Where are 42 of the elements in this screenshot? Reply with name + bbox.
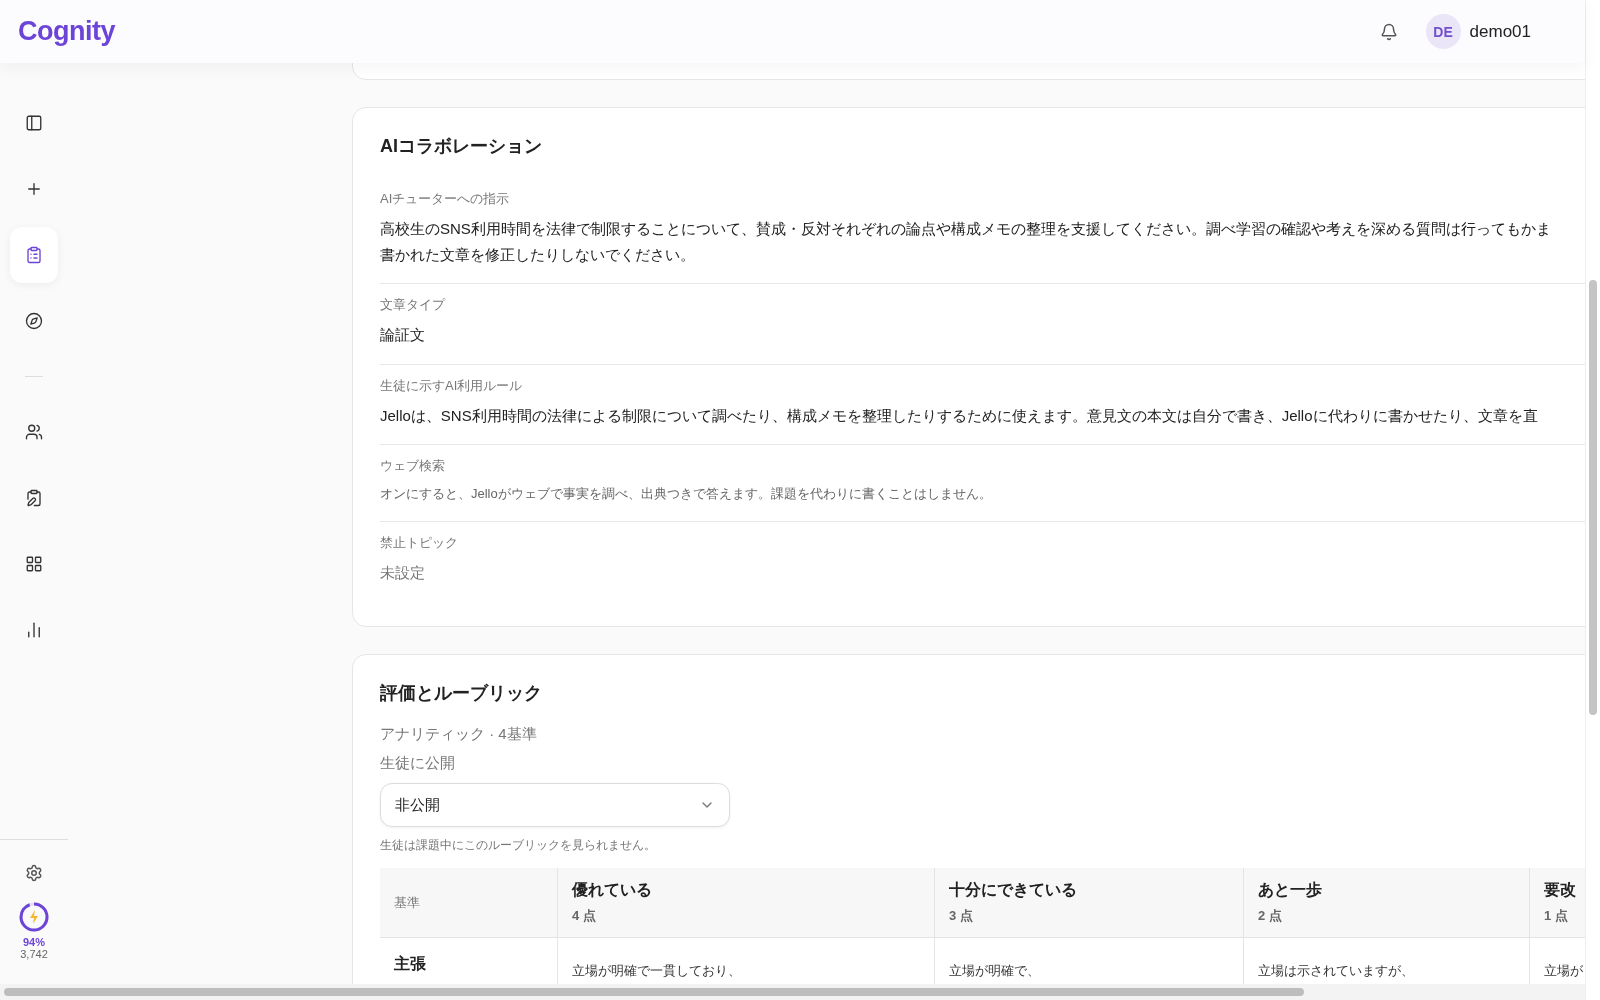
column-header: 優れている bbox=[572, 880, 653, 900]
field-label: ウェブ検索 bbox=[380, 457, 446, 475]
compass-icon bbox=[25, 312, 43, 330]
clipboard-pen-icon bbox=[25, 489, 43, 507]
bar-chart-icon bbox=[25, 621, 43, 639]
column-points: 2 点 bbox=[1258, 907, 1283, 925]
bolt-icon bbox=[30, 910, 38, 924]
field-value: 高校生のSNS利用時間を法律で制限することについて、賛成・反対それぞれの論点や構成メモの整理を支援してください。調べ学習の確認や考えを深める質問は行ってもかま bbox=[380, 219, 1552, 239]
column-points: 1 点 bbox=[1544, 907, 1569, 925]
clipboard-icon bbox=[25, 246, 43, 264]
avatar[interactable]: DE bbox=[1425, 14, 1461, 49]
usage-count: 3,742 bbox=[20, 948, 48, 960]
field-label: 文章タイプ bbox=[380, 296, 447, 314]
column-header: あと一歩 bbox=[1258, 880, 1323, 900]
column-points: 4 点 bbox=[572, 907, 597, 925]
column-points: 3 点 bbox=[949, 907, 974, 925]
rubric-summary: アナリティック · 4基準 bbox=[380, 725, 538, 744]
column-header: 十分にできている bbox=[949, 880, 1078, 900]
field-label: AIチューターへの指示 bbox=[380, 190, 511, 208]
column-header: 基準 bbox=[394, 893, 421, 912]
field-label: 生徒に示すAI利用ルール bbox=[380, 376, 524, 395]
column-header: 要改 bbox=[1544, 880, 1577, 900]
field-value: オンにすると、Jelloがウェブで事実を調べ、出典つきで答えます。課題を代わりに書くことはしません。 bbox=[380, 485, 993, 503]
people-icon bbox=[25, 423, 43, 441]
sidebar-toggle-icon bbox=[25, 114, 43, 132]
visibility-label: 生徒に公開 bbox=[380, 754, 456, 773]
field-value: 書かれた文章を修正したりしないでください。 bbox=[380, 244, 696, 265]
field-label: 禁止トピック bbox=[380, 534, 459, 553]
clipboard-nav-button[interactable] bbox=[10, 227, 58, 283]
plus-icon bbox=[25, 180, 43, 198]
user-name[interactable]: demo01 bbox=[1469, 21, 1531, 42]
logo[interactable]: Cognity bbox=[18, 16, 115, 47]
section-title: AIコラボレーション bbox=[380, 135, 543, 158]
section-title: 評価とルーブリック bbox=[380, 682, 543, 705]
usage-percent: 94% bbox=[23, 936, 45, 948]
visibility-select[interactable]: 非公開 bbox=[380, 783, 730, 827]
visibility-note: 生徒は課題中にこのルーブリックを見られません。 bbox=[380, 837, 657, 854]
field-value: Jelloは、SNS利用時間の法律による制限について調べたり、構成メモを整理したりするために使えます。意見文の本文は自分で書き、Jelloに代わりに書かせたり、文章を直 bbox=[380, 405, 1539, 426]
grid-icon bbox=[25, 555, 43, 573]
criterion-cell-text: 主張 bbox=[393, 954, 427, 974]
field-value: 未設定 bbox=[380, 563, 426, 584]
field-value: 論証文 bbox=[380, 325, 426, 345]
